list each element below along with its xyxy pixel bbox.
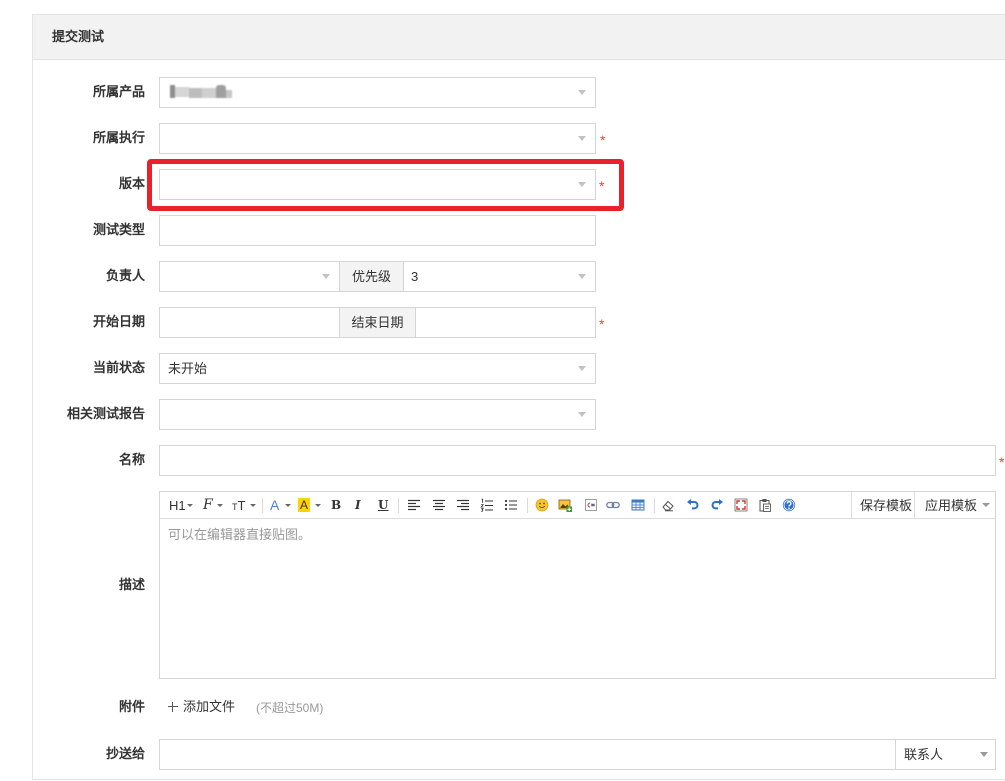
panel-header (33, 15, 1005, 60)
build-label: 版本 (118, 176, 145, 191)
required-mark: * (600, 133, 606, 147)
name-input[interactable] (159, 445, 996, 476)
redo-icon[interactable] (710, 498, 724, 513)
eraser-icon[interactable] (661, 498, 675, 513)
toolbar-separator (914, 492, 915, 518)
contacts-label: 联系人 (904, 747, 944, 762)
toolbar-separator (851, 492, 852, 518)
execution-label: 所属执行 (92, 130, 145, 145)
required-mark: * (599, 317, 605, 331)
execution-select[interactable] (159, 123, 596, 154)
fullscreen-icon[interactable] (734, 498, 748, 513)
chevron-down-icon (578, 90, 586, 95)
chevron-down-icon (578, 136, 586, 141)
editor-toolbar: H1 F TT A A B I U 保存模板 应用模板 (160, 492, 995, 519)
priority-label: 优先级 (339, 261, 404, 292)
font-size-button[interactable]: TT (232, 498, 245, 513)
align-left-icon[interactable] (407, 498, 421, 513)
code-icon[interactable] (584, 498, 598, 513)
priority-value: 3 (411, 269, 419, 284)
background-color-button[interactable]: A (298, 498, 310, 512)
ordered-list-icon[interactable] (480, 498, 494, 513)
unordered-list-icon[interactable] (504, 498, 518, 513)
heading-button[interactable]: H1 (169, 498, 186, 513)
test-type-input[interactable] (159, 215, 596, 246)
align-center-icon[interactable] (432, 498, 446, 513)
chevron-down-icon (980, 752, 988, 757)
chevron-down-icon[interactable] (982, 503, 990, 507)
test-report-label: 相关测试报告 (66, 406, 145, 421)
required-mark: * (599, 179, 605, 193)
file-size-limit: (不超过50M) (256, 701, 324, 715)
chevron-down-icon (578, 366, 586, 371)
chevron-down-icon (322, 274, 330, 279)
test-type-label: 测试类型 (92, 222, 145, 237)
description-label: 描述 (118, 577, 145, 592)
test-report-select[interactable] (159, 399, 596, 430)
contacts-dropdown[interactable]: 联系人 (895, 739, 996, 770)
emoji-icon[interactable] (535, 498, 549, 513)
chevron-down-icon[interactable] (285, 504, 291, 507)
align-right-icon[interactable] (456, 498, 470, 513)
toolbar-separator (262, 498, 263, 513)
editor-placeholder: 可以在编辑器直接贴图。 (168, 527, 312, 542)
add-file-button[interactable]: 添加文件 (183, 699, 235, 715)
plus-icon[interactable] (168, 702, 178, 712)
product-label: 所属产品 (92, 84, 145, 99)
font-family-button[interactable]: F (203, 498, 213, 513)
toolbar-separator (398, 498, 399, 513)
toolbar-separator (654, 498, 655, 513)
toolbar-separator (527, 498, 528, 513)
name-label: 名称 (118, 452, 145, 467)
italic-button[interactable]: I (355, 498, 361, 513)
page-title: 提交测试 (52, 29, 105, 44)
table-icon[interactable] (631, 498, 645, 513)
chevron-down-icon (578, 182, 586, 187)
help-icon[interactable] (782, 498, 796, 513)
save-template-button[interactable]: 保存模板 (860, 498, 912, 513)
paste-icon[interactable] (758, 498, 772, 513)
status-label: 当前状态 (92, 360, 145, 375)
image-icon[interactable] (558, 498, 572, 513)
chevron-down-icon[interactable] (315, 504, 321, 507)
undo-icon[interactable] (686, 498, 700, 513)
font-color-button[interactable]: A (270, 498, 279, 513)
end-date-label: 结束日期 (339, 307, 416, 338)
status-select[interactable]: 未开始 (159, 353, 596, 384)
build-select[interactable] (159, 169, 596, 200)
priority-select[interactable]: 3 (403, 261, 596, 292)
font-size-large-t: T (237, 498, 246, 513)
chevron-down-icon[interactable] (187, 504, 193, 507)
mailto-input[interactable] (159, 739, 896, 770)
owner-label: 负责人 (105, 268, 145, 283)
product-select[interactable] (159, 77, 596, 108)
chevron-down-icon (578, 412, 586, 417)
product-value-redacted (170, 84, 234, 101)
begin-date-input[interactable] (159, 307, 340, 338)
begin-date-label: 开始日期 (92, 314, 145, 329)
status-value: 未开始 (168, 361, 208, 376)
underline-button[interactable]: U (378, 498, 388, 513)
apply-template-button[interactable]: 应用模板 (925, 498, 977, 513)
chevron-down-icon[interactable] (250, 504, 256, 507)
description-editor[interactable]: H1 F TT A A B I U 保存模板 应用模板 可以在编辑器直接贴图。 (159, 491, 996, 679)
bold-button[interactable]: B (331, 498, 341, 513)
end-date-input[interactable] (415, 307, 596, 338)
files-label: 附件 (118, 699, 145, 714)
link-icon[interactable] (606, 498, 620, 513)
owner-select[interactable] (159, 261, 340, 292)
panel-bottom-border (32, 779, 1005, 780)
mailto-label: 抄送给 (105, 746, 145, 761)
required-mark: * (999, 455, 1005, 469)
chevron-down-icon (578, 274, 586, 279)
chevron-down-icon[interactable] (217, 504, 223, 507)
